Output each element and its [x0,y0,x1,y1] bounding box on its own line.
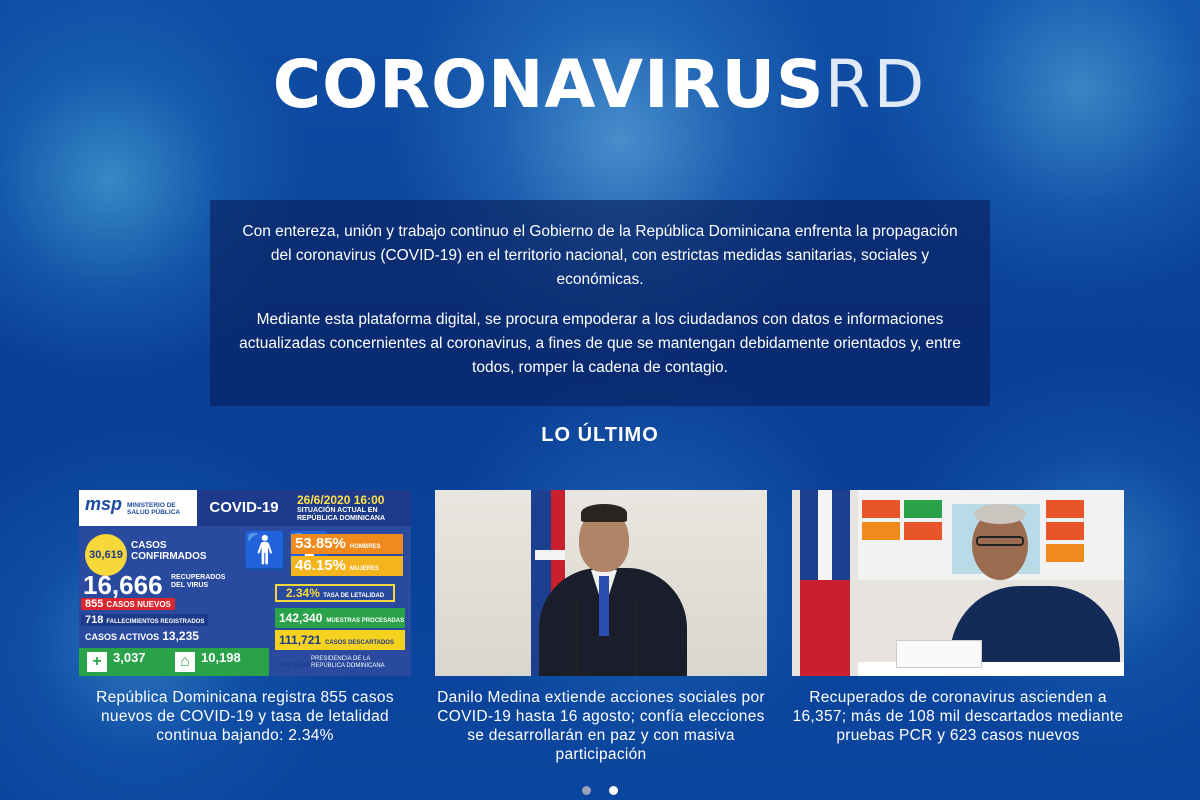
news-card[interactable]: Recuperados de coronavirus ascienden a 1… [792,490,1124,745]
women-pct-box: 46.15% MUJERES [291,556,403,576]
infographic-date-box: 26/6/2020 16:00 SITUACIÓN ACTUAL EN REPÚ… [291,490,411,526]
page-title: CORONAVIRUSRD [0,52,1200,118]
men-pct-box: 53.85% HOMBRES [291,534,403,554]
lethality-box: 2.34% TASA DE LETALIDAD [275,584,395,602]
active-count: 13,235 [162,629,199,643]
screen-tile [904,522,942,540]
microphone-icon [575,600,578,676]
discarded-box: 111,721 CASOS DESCARTADOS POR LABORATORIO [275,630,405,669]
carousel-dot[interactable] [581,786,591,795]
recovered-count: 16,666 [83,570,163,600]
screen-tile [1046,522,1084,540]
pcr-box: 142,340MUESTRAS PROCESADAS PCR [275,608,405,647]
title-bold: CORONAVIRUS [272,46,825,123]
news-caption[interactable]: Danilo Medina extiende acciones sociales… [435,688,767,764]
screen-tile [862,500,900,518]
news-caption[interactable]: República Dominicana registra 855 casos … [79,688,411,745]
deaths-count: 718 [85,614,104,626]
page: CORONAVIRUSRD Con entereza, unión y trab… [0,0,1200,800]
section-title-latest: LO ÚLTIMO [541,424,659,446]
home-count: 10,198 [201,650,241,665]
discarded-count: 111,721 [279,633,322,647]
intro-panel: Con entereza, unión y trabajo continuo e… [210,200,990,406]
lethality-label: TASA DE LETALIDAD [323,593,385,599]
presidency-label: PRESIDENCIA DE LA REPÚBLICA DOMINICANA [311,656,385,669]
news-card[interactable]: msp MINISTERIO DE SALUD PÚBLICA COVID-19… [79,490,411,745]
covid-label: COVID-19 [197,490,291,526]
active-row: CASOS ACTIVOS 13,235 [81,629,203,643]
infographic-subtitle: SITUACIÓN ACTUAL EN REPÚBLICA DOMINICANA [297,507,386,522]
flag-cross [535,550,565,560]
speaker-hair [581,504,627,522]
nameplate [896,640,982,668]
women-label: MUJERES [349,566,379,572]
title-light: RD [824,46,928,123]
new-cases-label: CASOS NUEVOS [106,600,171,609]
screen-tile [1046,544,1084,562]
confirmed-label: CASOS CONFIRMADOS [131,540,207,562]
pcr-count: 142,340 [279,611,323,625]
microphone-icon [635,600,638,676]
news-thumbnail-infographic[interactable]: msp MINISTERIO DE SALUD PÚBLICA COVID-19… [79,490,411,676]
recovered-label: RECUPERADOS DEL VIRUS [171,574,226,589]
women-pct: 46.15% [295,557,346,574]
glasses-icon [976,536,1024,546]
men-label: HOMBRES [349,544,381,550]
active-label: CASOS ACTIVOS [85,632,160,642]
hospital-icon: + [87,652,107,672]
carousel-dot-active[interactable] [609,786,619,795]
speaker-tie [599,576,609,636]
msp-logo: msp [85,494,123,514]
news-thumbnail-photo[interactable] [792,490,1124,676]
deaths-row: 718 FALLECIMIENTOS REGISTRADOS [81,614,209,626]
flag-stripe [800,580,850,676]
news-card[interactable]: Danilo Medina extiende acciones sociales… [435,490,767,764]
screen-tile [862,522,900,540]
screen-tile [1046,500,1084,518]
hospital-count: 3,037 [113,650,146,665]
new-cases-count: 855 [85,598,104,610]
carousel-dots [0,782,1200,800]
new-cases-row: 855 CASOS NUEVOS [81,598,175,610]
speaker-hair [974,504,1026,524]
news-caption[interactable]: Recuperados de coronavirus ascienden a 1… [792,688,1124,745]
speaker-suit [539,568,687,676]
infographic-date: 26/6/2020 16:00 [297,493,385,507]
men-pct: 53.85% [295,535,346,552]
deaths-label: FALLECIMIENTOS REGISTRADOS [106,619,205,625]
home-icon: ⌂ [175,652,195,672]
intro-paragraph-2: Mediante esta plataforma digital, se pro… [239,311,961,376]
screen-tile [904,500,942,518]
intro-paragraph-1: Con entereza, unión y trabajo continuo e… [242,223,958,288]
news-thumbnail-photo[interactable] [435,490,767,676]
lethality-value: 2.34% [285,586,320,600]
ministry-label: MINISTERIO DE SALUD PÚBLICA [127,502,181,516]
